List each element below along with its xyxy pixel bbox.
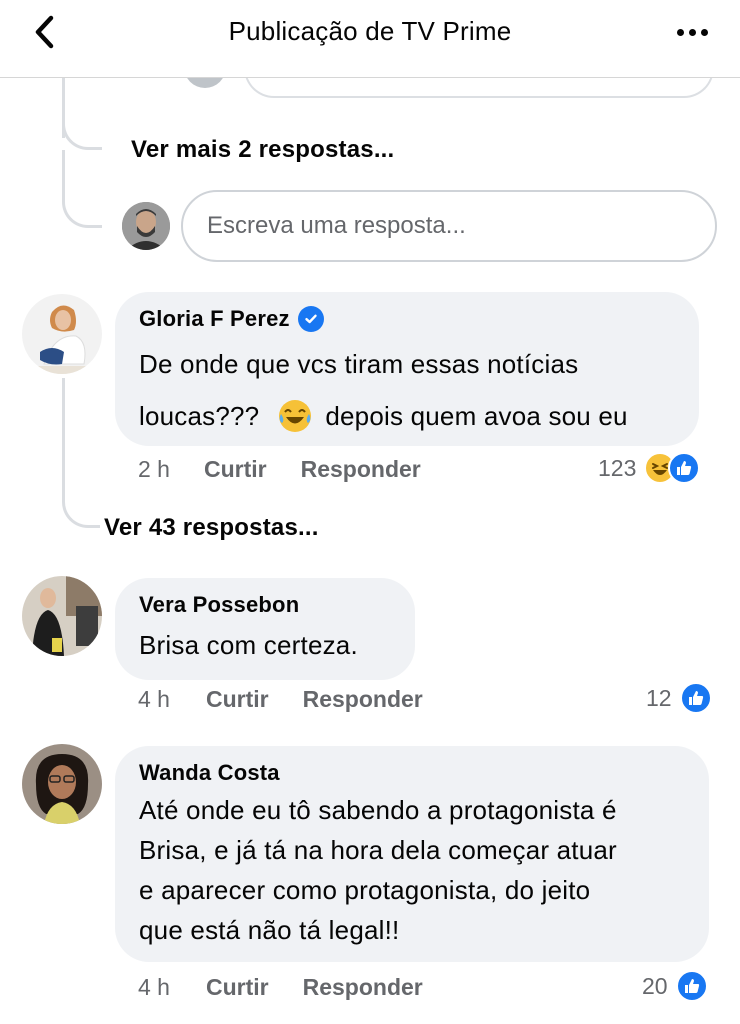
like-button[interactable]: Curtir	[204, 456, 267, 483]
laughing-tears-emoji-icon	[277, 398, 313, 434]
comment-time: 4 h	[138, 686, 170, 712]
reply-input[interactable]: Escreva uma resposta...	[181, 190, 717, 262]
comment-author[interactable]: Gloria F Perez	[139, 306, 675, 332]
thread-connector	[62, 486, 100, 528]
like-button[interactable]: Curtir	[206, 974, 269, 1001]
thread-connector	[62, 110, 102, 150]
verified-badge-icon	[297, 306, 324, 332]
more-replies-link[interactable]: Ver mais 2 respostas...	[131, 136, 394, 164]
reply-placeholder: Escreva uma resposta...	[207, 212, 466, 239]
comment-time: 2 h	[138, 456, 170, 482]
reaction-count: 123	[598, 454, 637, 481]
reaction-summary[interactable]: 123	[598, 452, 701, 484]
comment-author[interactable]: Vera Possebon	[139, 592, 391, 618]
more-horizontal-icon	[676, 28, 684, 36]
comment-actions: 4 h Curtir Responder	[138, 686, 423, 713]
view-replies-link[interactable]: Ver 43 respostas...	[104, 514, 319, 542]
comment-text: Até onde eu tô sabendo a protagonista é …	[139, 795, 617, 945]
avatar[interactable]	[22, 576, 102, 656]
reply-button[interactable]: Responder	[301, 456, 421, 483]
top-bar: Publicação de TV Prime	[0, 0, 740, 78]
like-reaction-icon	[668, 452, 701, 484]
reaction-count: 12	[646, 684, 672, 711]
more-options-button[interactable]	[672, 22, 712, 42]
reaction-summary[interactable]: 12	[646, 682, 712, 714]
comment-author[interactable]: Wanda Costa	[139, 760, 685, 786]
thread-line	[62, 378, 65, 498]
comment-time: 4 h	[138, 974, 170, 1000]
reply-button[interactable]: Responder	[303, 974, 423, 1001]
comment-bubble: Wanda Costa Até onde eu tô sabendo a pro…	[115, 746, 709, 962]
comment-actions: 4 h Curtir Responder	[138, 974, 423, 1001]
like-reaction-icon	[679, 682, 712, 714]
reaction-summary[interactable]: 20	[642, 970, 708, 1002]
page-title: Publicação de TV Prime	[228, 16, 512, 46]
comment-text: De onde que vcs tiram essas notícias lou…	[139, 338, 675, 442]
avatar[interactable]	[22, 744, 102, 824]
reaction-count: 20	[642, 972, 668, 999]
comment-bubble: Gloria F Perez De onde que vcs tiram ess…	[115, 292, 699, 446]
avatar[interactable]	[22, 294, 102, 374]
comment-bubble: Vera Possebon Brisa com certeza.	[115, 578, 415, 680]
comment-text: Brisa com certeza.	[139, 630, 358, 660]
current-user-avatar	[122, 202, 170, 250]
like-reaction-icon	[675, 970, 708, 1002]
thread-connector	[62, 150, 102, 228]
comment-actions: 2 h Curtir Responder	[138, 456, 421, 483]
reply-button[interactable]: Responder	[303, 686, 423, 713]
like-button[interactable]: Curtir	[206, 686, 269, 713]
